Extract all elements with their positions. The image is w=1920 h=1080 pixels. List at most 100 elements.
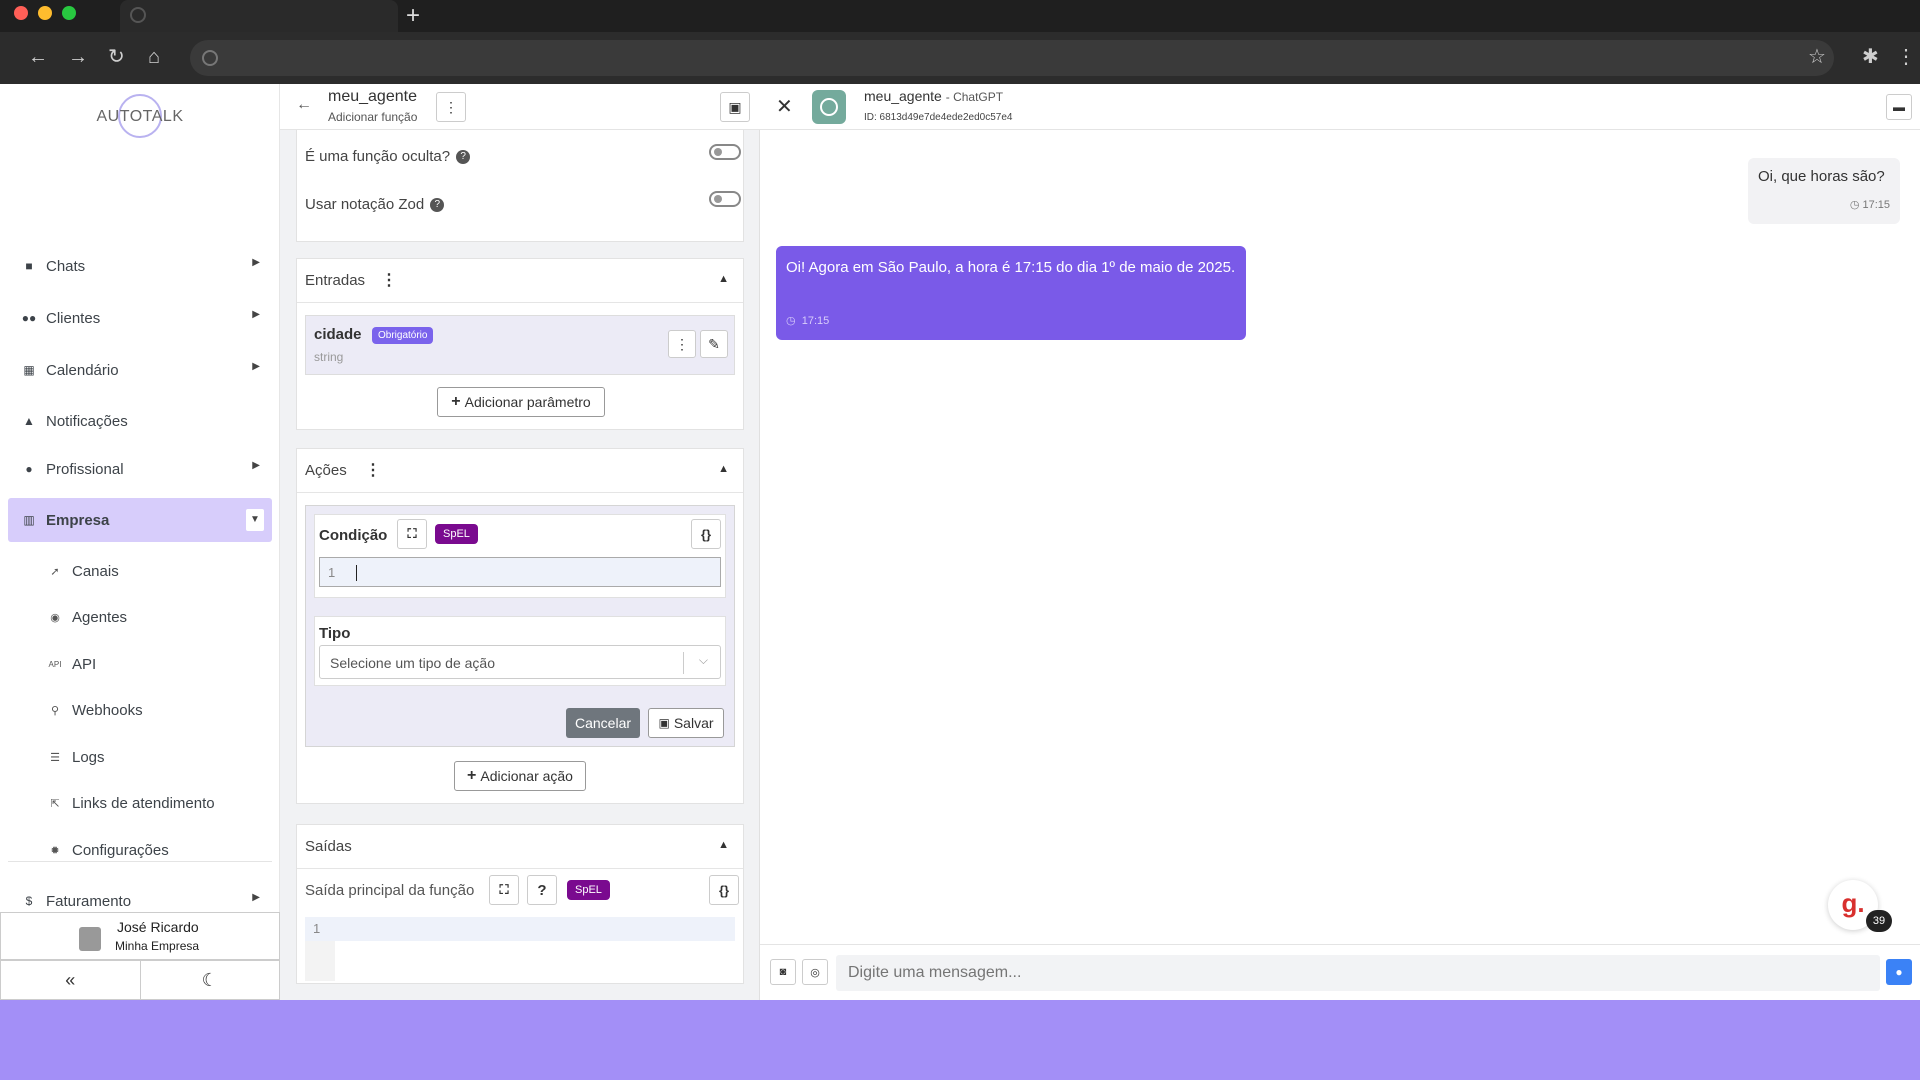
calendar-icon: ▦ — [23, 363, 35, 377]
sidebar-subitem-agentes[interactable]: ◉ Agentes — [48, 602, 127, 632]
close-window-button[interactable] — [14, 6, 28, 20]
sidebar-item-label: Faturamento — [46, 892, 132, 910]
output-code-editor[interactable]: 1 — [305, 917, 735, 941]
close-icon[interactable]: ✕ — [776, 94, 793, 119]
sidebar: AUTOTALK ■ Chats ▶ ●● Clientes ▶ ▦ Calen… — [0, 84, 280, 1000]
editor-menu-button[interactable]: ⋮ — [436, 92, 466, 122]
actions-header[interactable]: Ações ⋮ ▲ — [297, 449, 743, 493]
address-bar[interactable] — [190, 40, 1834, 76]
sidebar-subitem-label: Webhooks — [72, 701, 143, 719]
message-time: ◷ 17:15 — [1849, 199, 1890, 211]
caret-up-icon[interactable]: ▲ — [718, 839, 729, 851]
expand-icon[interactable]: ⛶ — [397, 519, 427, 549]
hidden-function-toggle[interactable] — [709, 144, 741, 160]
users-icon: ●● — [21, 311, 37, 325]
action-type-select[interactable]: Selecione um tipo de ação ⌵ — [319, 645, 721, 679]
chat-model-name: ChatGPT — [953, 90, 1004, 104]
user-cog-icon: ● — [25, 462, 33, 476]
back-arrow-icon[interactable]: ← — [28, 44, 48, 70]
browser-menu-icon[interactable]: ⋮ — [1896, 44, 1916, 70]
rocket-icon: ➚ — [50, 565, 60, 578]
help-icon[interactable]: ? — [527, 875, 557, 905]
zod-row: Usar notação Zod? — [305, 196, 445, 213]
trash-icon[interactable]: ▬ — [1886, 94, 1912, 120]
sidebar-subitem-label: Links de atendimento — [72, 794, 215, 812]
forward-arrow-icon[interactable]: → — [68, 44, 88, 70]
sidebar-item-clientes[interactable]: ●● Clientes ▶ — [8, 296, 272, 340]
expand-icon[interactable]: ⛶ — [489, 875, 519, 905]
help-icon[interactable]: ? — [430, 198, 445, 213]
required-badge: Obrigatório — [372, 327, 434, 344]
save-function-button[interactable]: ▣ — [720, 92, 750, 122]
sidebar-subitem-logs[interactable]: ☰ Logs — [48, 742, 104, 772]
condition-code-editor[interactable]: 1 — [319, 557, 721, 587]
code-braces-icon[interactable]: {} — [691, 519, 721, 549]
code-braces-icon[interactable]: {} — [709, 875, 739, 905]
save-action-button[interactable]: ▣ Salvar — [648, 708, 724, 738]
outputs-card: Saídas ▲ Saída principal da função ⛶ ? S… — [296, 824, 744, 984]
function-editor-panel: ← meu_agente Adicionar função ⋮ ▣ É uma … — [280, 84, 760, 1000]
agent-message: Oi! Agora em São Paulo, a hora é 17:15 d… — [776, 246, 1246, 340]
caret-up-icon[interactable]: ▲ — [718, 273, 729, 285]
options-card: É uma função oculta?? Usar notação Zod? — [296, 130, 744, 242]
home-icon[interactable]: ⌂ — [148, 44, 160, 70]
autotalk-logo[interactable]: AUTOTALK — [90, 92, 190, 142]
microphone-icon[interactable]: ● — [1886, 959, 1912, 985]
sidebar-subitem-label: Configurações — [72, 841, 169, 859]
minimize-window-button[interactable] — [38, 6, 52, 20]
sidebar-subitem-links[interactable]: ⇱ Links de atendimento — [48, 788, 215, 818]
camera-icon[interactable]: ◙ — [770, 959, 796, 985]
attachment-icon[interactable]: ◎ — [802, 959, 828, 985]
sidebar-subitem-label: Agentes — [72, 608, 128, 626]
help-icon[interactable]: ? — [456, 150, 471, 165]
kebab-icon[interactable]: ⋮ — [381, 270, 397, 290]
param-menu-button[interactable]: ⋮ — [668, 330, 696, 358]
user-company: Minha Empresa — [115, 939, 200, 953]
building-icon: ▥ — [23, 513, 35, 527]
maximize-window-button[interactable] — [62, 6, 76, 20]
bookmark-star-icon[interactable]: ☆ — [1808, 44, 1826, 70]
message-time: ◷ 17:15 — [786, 315, 830, 327]
chat-icon: ■ — [25, 259, 33, 273]
caret-down-icon[interactable]: ▼ — [246, 509, 264, 531]
message-text: Oi! Agora em São Paulo, a hora é 17:15 d… — [786, 259, 1236, 276]
collapse-sidebar-icon[interactable]: « — [1, 961, 141, 999]
extensions-icon[interactable]: ✱ — [1862, 44, 1879, 70]
back-arrow-icon[interactable]: ← — [296, 96, 312, 114]
spel-badge[interactable]: SpEL — [435, 524, 478, 544]
site-info-icon[interactable] — [202, 50, 218, 66]
browser-tab[interactable] — [120, 0, 398, 32]
spel-badge[interactable]: SpEL — [567, 880, 610, 900]
outputs-header[interactable]: Saídas ▲ — [297, 825, 743, 869]
inputs-card: Entradas ⋮ ▲ cidade Obrigatório string ⋮… — [296, 258, 744, 430]
logo-text: AUTOTALK — [96, 108, 184, 125]
chat-title: meu_agente - ChatGPT — [864, 88, 1003, 104]
caret-up-icon[interactable]: ▲ — [718, 463, 729, 475]
sidebar-item-empresa[interactable]: ▥ Empresa ▼ — [8, 498, 272, 542]
dark-mode-moon-icon[interactable]: ☾ — [141, 961, 280, 999]
caret-right-icon: ▶ — [252, 257, 260, 268]
sidebar-item-notificacoes[interactable]: ▲ Notificações — [8, 399, 272, 443]
reload-icon[interactable]: ↻ — [108, 44, 125, 70]
message-input[interactable] — [836, 955, 1880, 991]
bell-icon: ▲ — [23, 414, 35, 428]
sidebar-subitem-api[interactable]: API API — [48, 649, 97, 679]
kebab-icon[interactable]: ⋮ — [365, 460, 381, 480]
sidebar-item-chats[interactable]: ■ Chats ▶ — [8, 244, 272, 288]
sidebar-item-profissional[interactable]: ● Profissional ▶ — [8, 447, 272, 491]
add-parameter-button[interactable]: + Adicionar parâmetro — [437, 387, 605, 417]
edit-param-button[interactable]: ✎ — [700, 330, 728, 358]
user-profile[interactable]: José Ricardo Minha Empresa — [0, 912, 280, 960]
add-action-button[interactable]: + Adicionar ação — [454, 761, 586, 791]
select-placeholder: Selecione um tipo de ação — [330, 655, 495, 671]
sidebar-subitem-webhooks[interactable]: ⚲ Webhooks — [48, 695, 143, 725]
inputs-header[interactable]: Entradas ⋮ ▲ — [297, 259, 743, 303]
sidebar-item-calendario[interactable]: ▦ Calendário ▶ — [8, 348, 272, 392]
sidebar-subitem-canais[interactable]: ➚ Canais — [48, 556, 118, 586]
type-label: Tipo — [319, 625, 351, 642]
zod-toggle[interactable] — [709, 191, 741, 207]
code-gutter — [305, 941, 335, 981]
cancel-button[interactable]: Cancelar — [566, 708, 640, 738]
new-tab-button[interactable]: + — [406, 2, 420, 30]
editor-title: meu_agente — [328, 88, 417, 105]
